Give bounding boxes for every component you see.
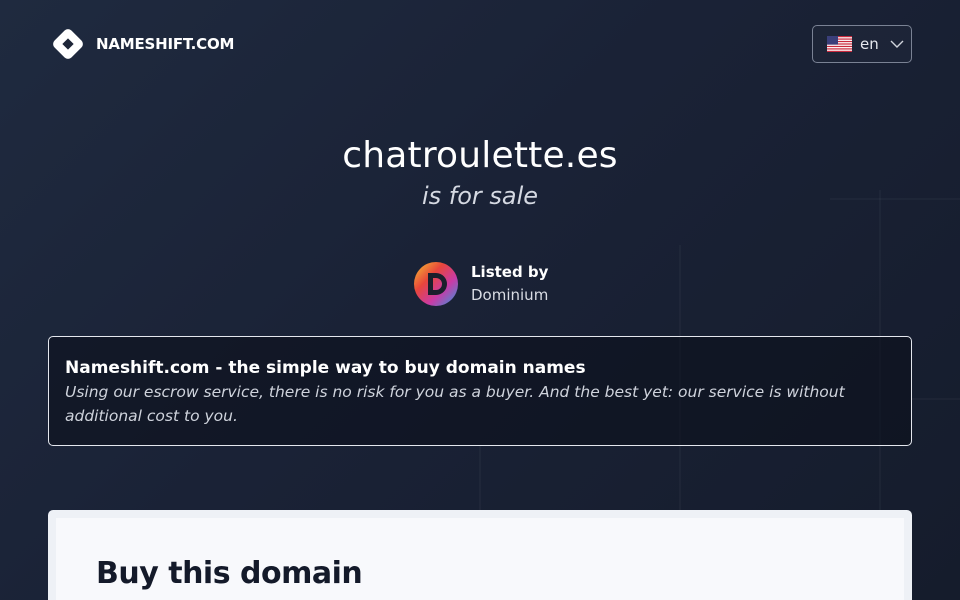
buy-domain-card: Buy this domain: [48, 510, 912, 600]
nameshift-diamond-logo-icon: [53, 29, 83, 59]
buy-card-inner: Buy this domain: [56, 518, 904, 600]
us-flag-icon: [827, 36, 852, 52]
info-description: Using our escrow service, there is no ri…: [65, 383, 845, 425]
logo-text: NAMESHIFT.COM: [96, 35, 235, 53]
for-sale-subtitle: is for sale: [421, 182, 539, 210]
hero-section: chatroulette.es is for sale: [0, 134, 960, 214]
language-selector[interactable]: en: [812, 25, 912, 63]
chevron-down-icon: [890, 40, 904, 48]
nameshift-info-box: Nameshift.com - the simple way to buy do…: [48, 336, 912, 446]
seller-avatar: [414, 262, 458, 306]
top-header: NAMESHIFT.COM en: [48, 24, 912, 64]
seller-info[interactable]: Listed by Dominium: [414, 261, 548, 307]
domain-title: chatroulette.es: [342, 135, 618, 176]
seller-name[interactable]: Dominium: [471, 283, 548, 307]
language-label: en: [860, 35, 879, 53]
info-title: Nameshift.com - the simple way to buy do…: [65, 358, 586, 378]
site-logo[interactable]: NAMESHIFT.COM: [48, 24, 234, 64]
buy-title: Buy this domain: [96, 556, 363, 591]
listed-by-label: Listed by: [471, 263, 549, 281]
